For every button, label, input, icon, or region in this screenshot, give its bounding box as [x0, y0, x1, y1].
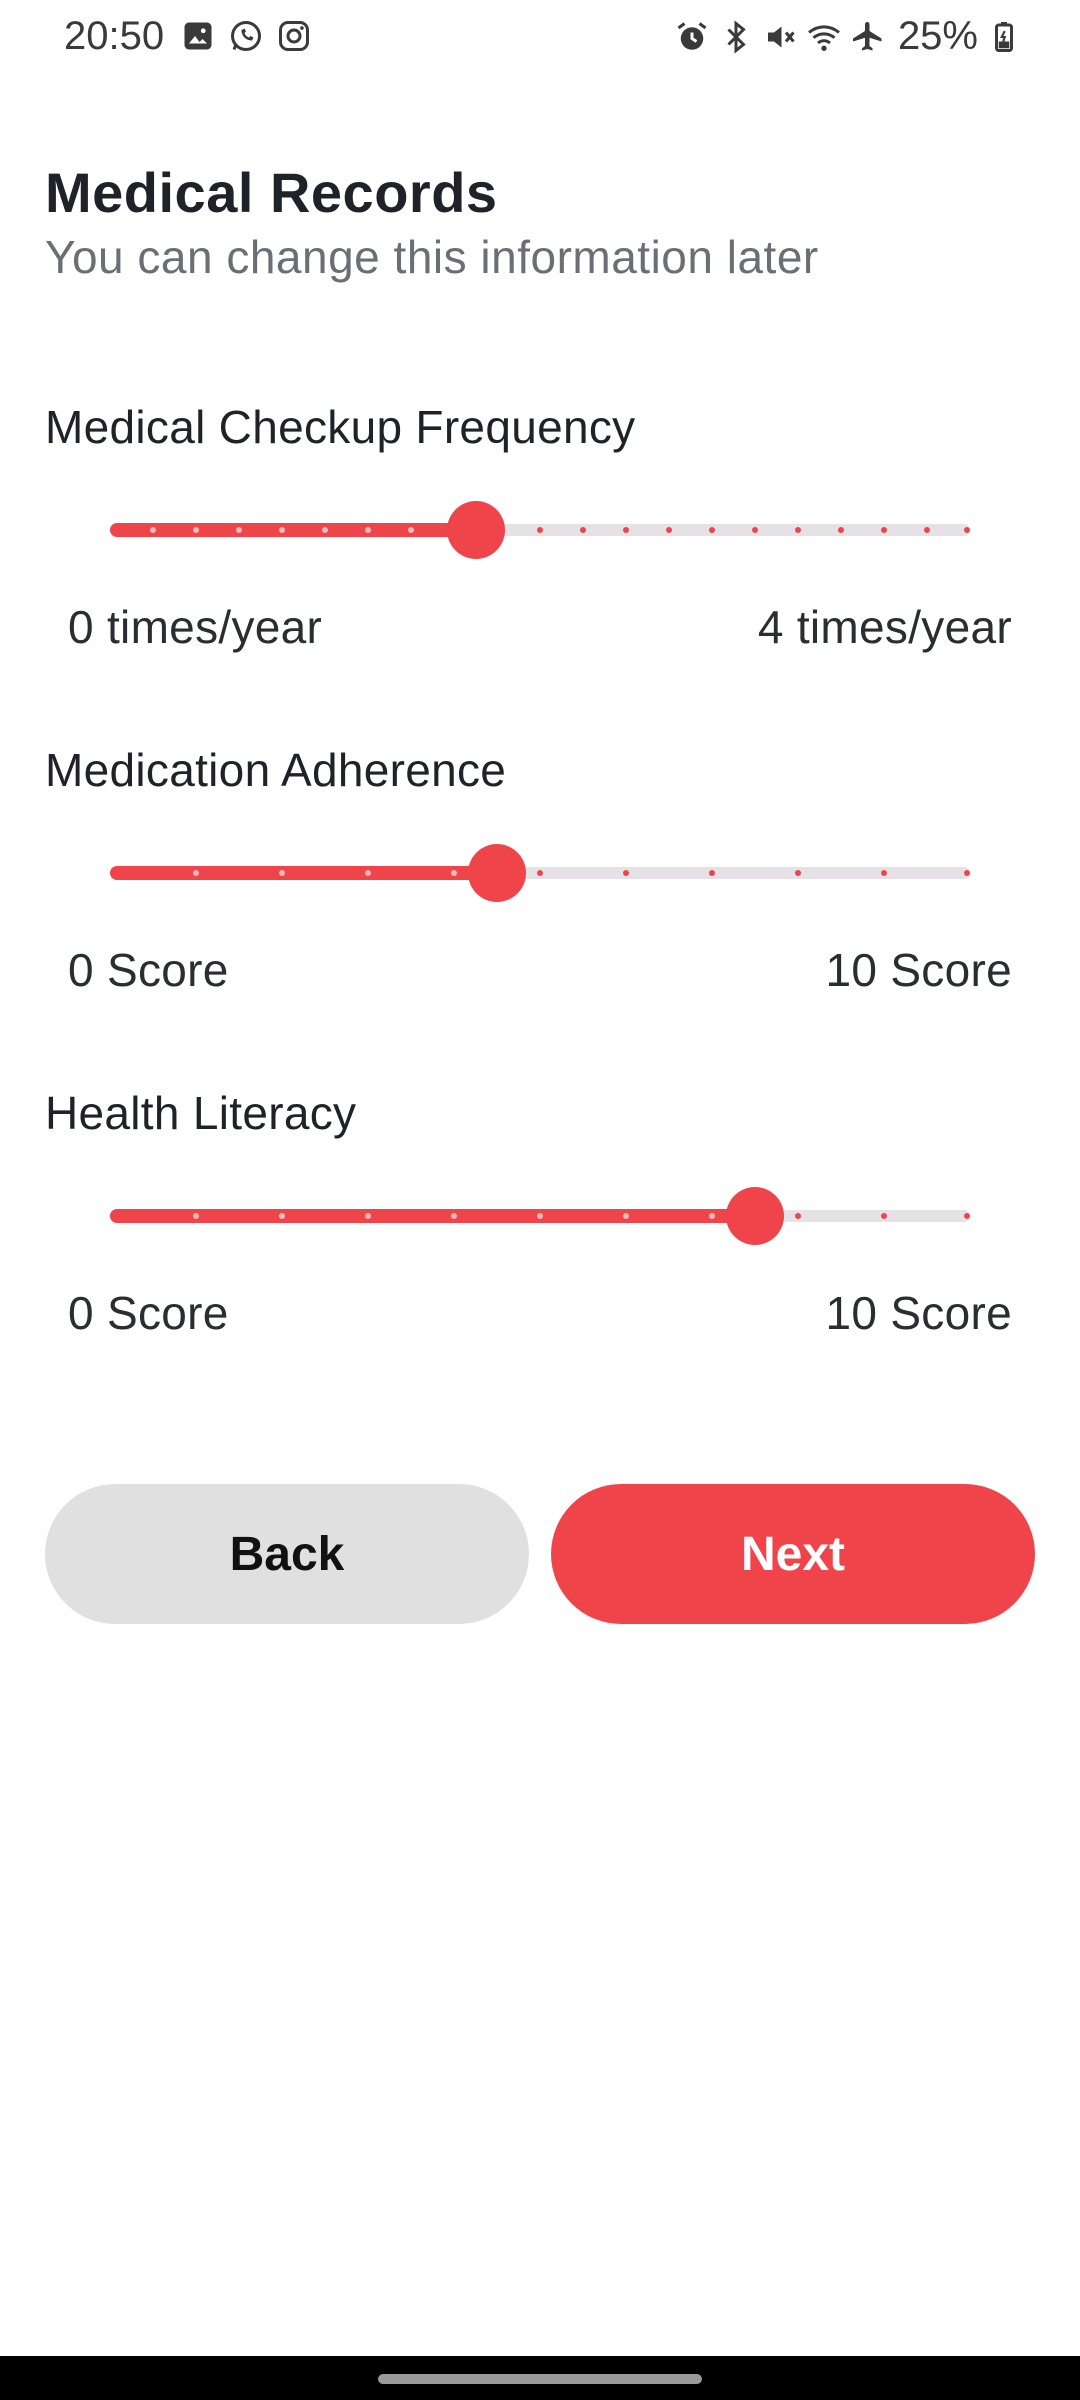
- slider-tick: [838, 527, 844, 533]
- slider-tick: [881, 527, 887, 533]
- back-button[interactable]: Back: [45, 1484, 529, 1624]
- checkup-frequency-max-label: 4 times/year: [757, 601, 1012, 653]
- checkup-frequency-section: Medical Checkup Frequency 0 times/year 4…: [0, 400, 1080, 700]
- slider-tick: [365, 527, 371, 533]
- slider-tick: [451, 870, 457, 876]
- slider-tick: [623, 527, 629, 533]
- slider-thumb[interactable]: [726, 1187, 784, 1245]
- slider-tick: [964, 1213, 970, 1219]
- health-literacy-slider[interactable]: [110, 1187, 970, 1245]
- slider-tick: [580, 527, 586, 533]
- slider-tick: [795, 1213, 801, 1219]
- slider-track-fill: [110, 1209, 755, 1223]
- slider-tick: [150, 527, 156, 533]
- status-bar: 20:50 25%: [0, 0, 1080, 80]
- slider-tick: [881, 1213, 887, 1219]
- wifi-icon: [806, 19, 842, 55]
- slider-tick: [964, 870, 970, 876]
- slider-tick: [279, 527, 285, 533]
- checkup-frequency-min-label: 0 times/year: [68, 601, 323, 653]
- status-notification-icons: [180, 18, 312, 54]
- slider-track-fill: [110, 866, 497, 880]
- slider-tick: [623, 1213, 629, 1219]
- slider-tick: [881, 870, 887, 876]
- slider-tick: [709, 1213, 715, 1219]
- slider-tick: [279, 1213, 285, 1219]
- slider-tick: [408, 527, 414, 533]
- slider-tick: [193, 870, 199, 876]
- slider-track-fill: [110, 523, 476, 537]
- battery-percent: 25%: [897, 14, 978, 58]
- mute-icon: [762, 19, 798, 55]
- page-title: Medical Records: [45, 161, 498, 224]
- slider-tick: [537, 1213, 543, 1219]
- status-system-icons: 25%: [674, 14, 1022, 59]
- instagram-icon: [276, 18, 312, 54]
- health-literacy-label: Health Literacy: [45, 1087, 357, 1139]
- slider-tick: [193, 527, 199, 533]
- status-time: 20:50: [64, 14, 165, 58]
- slider-tick: [795, 527, 801, 533]
- slider-tick: [709, 870, 715, 876]
- slider-thumb[interactable]: [446, 501, 505, 559]
- slider-tick: [537, 870, 543, 876]
- whatsapp-icon: [228, 18, 264, 54]
- slider-tick: [623, 870, 629, 876]
- medication-adherence-slider[interactable]: [110, 844, 970, 902]
- slider-tick: [964, 527, 970, 533]
- medication-adherence-max-label: 10 Score: [825, 944, 1012, 996]
- medication-adherence-label: Medication Adherence: [45, 744, 507, 796]
- slider-tick: [279, 870, 285, 876]
- slider-tick: [451, 1213, 457, 1219]
- slider-tick: [709, 527, 715, 533]
- bluetooth-icon: [718, 19, 754, 55]
- slider-tick: [537, 527, 543, 533]
- next-button[interactable]: Next: [551, 1484, 1035, 1624]
- slider-tick: [193, 1213, 199, 1219]
- slider-tick: [666, 527, 672, 533]
- health-literacy-min-label: 0 Score: [68, 1287, 229, 1339]
- medication-adherence-min-label: 0 Score: [68, 944, 229, 996]
- slider-tick: [322, 527, 328, 533]
- checkup-frequency-slider[interactable]: [110, 501, 970, 559]
- image-icon: [180, 18, 216, 54]
- airplane-icon: [850, 19, 886, 55]
- slider-tick: [365, 870, 371, 876]
- home-gesture-handle[interactable]: [378, 2374, 702, 2384]
- page-subtitle: You can change this information later: [45, 231, 819, 283]
- slider-tick: [752, 527, 758, 533]
- health-literacy-section: Health Literacy 0 Score 10 Score: [0, 1086, 1080, 1386]
- health-literacy-max-label: 10 Score: [825, 1287, 1012, 1339]
- slider-tick: [365, 1213, 371, 1219]
- medication-adherence-section: Medication Adherence 0 Score 10 Score: [0, 743, 1080, 1043]
- slider-thumb[interactable]: [468, 844, 526, 902]
- slider-tick: [795, 870, 801, 876]
- slider-tick: [924, 527, 930, 533]
- alarm-icon: [674, 19, 710, 55]
- checkup-frequency-label: Medical Checkup Frequency: [45, 401, 636, 453]
- battery-icon: [986, 19, 1022, 55]
- slider-tick: [236, 527, 242, 533]
- navigation-bar: [0, 2356, 1080, 2400]
